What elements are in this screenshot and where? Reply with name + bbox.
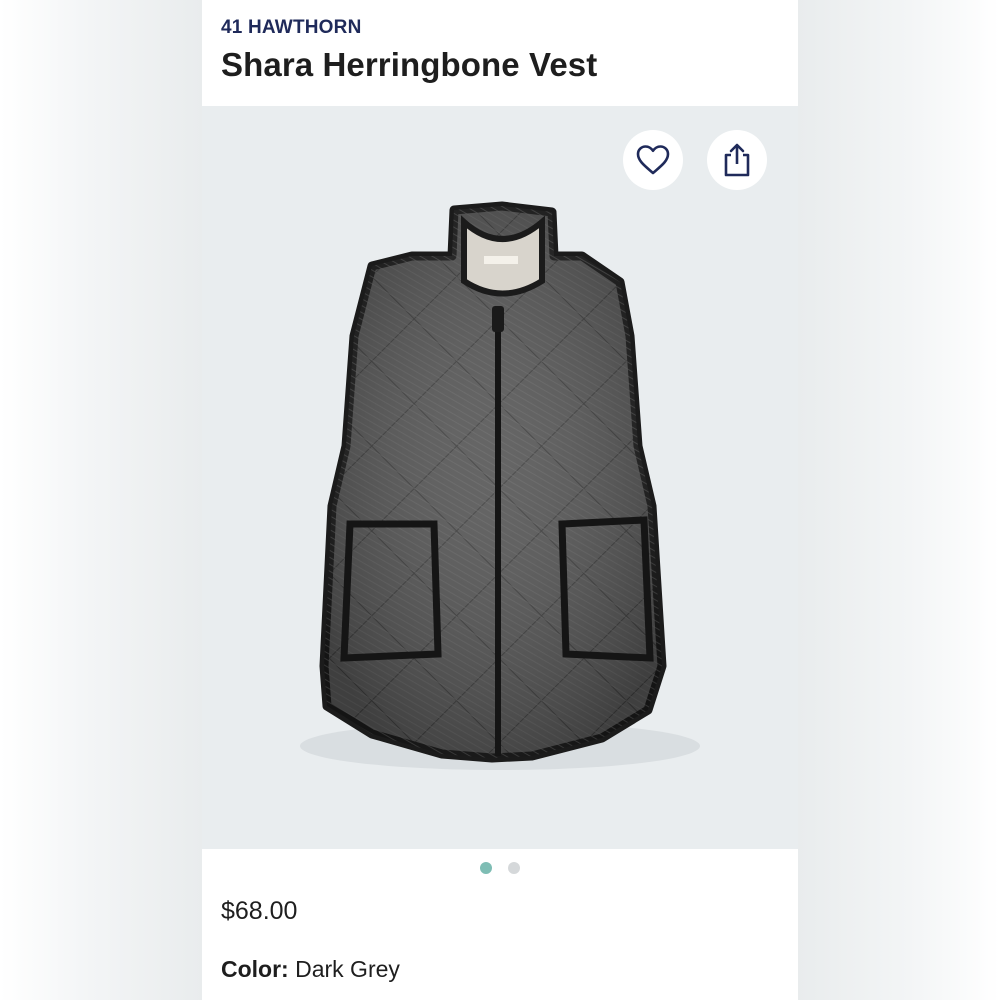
product-image-carousel[interactable] xyxy=(202,106,798,849)
brand-name[interactable]: 41 HAWTHORN xyxy=(221,17,362,39)
page-margin-right xyxy=(798,0,1000,1000)
screen: 41 HAWTHORN Shara Herringbone Vest $68.0… xyxy=(0,0,1000,1000)
heart-outline-icon xyxy=(636,145,670,175)
carousel-dot-2[interactable] xyxy=(508,862,520,874)
color-value: Dark Grey xyxy=(295,956,400,982)
share-button[interactable] xyxy=(707,130,767,190)
page-margin-left xyxy=(0,0,202,1000)
product-image-vest xyxy=(300,201,700,770)
share-upload-icon xyxy=(724,143,750,177)
color-label: Color: xyxy=(221,956,289,982)
product-title: Shara Herringbone Vest xyxy=(221,46,598,83)
favorite-button[interactable] xyxy=(623,130,683,190)
color-info: Color: Dark Grey xyxy=(221,956,400,983)
product-detail-card: 41 HAWTHORN Shara Herringbone Vest $68.0… xyxy=(202,0,798,1000)
product-price: $68.00 xyxy=(221,897,298,925)
carousel-pagination xyxy=(202,862,798,878)
carousel-dot-1[interactable] xyxy=(480,862,492,874)
